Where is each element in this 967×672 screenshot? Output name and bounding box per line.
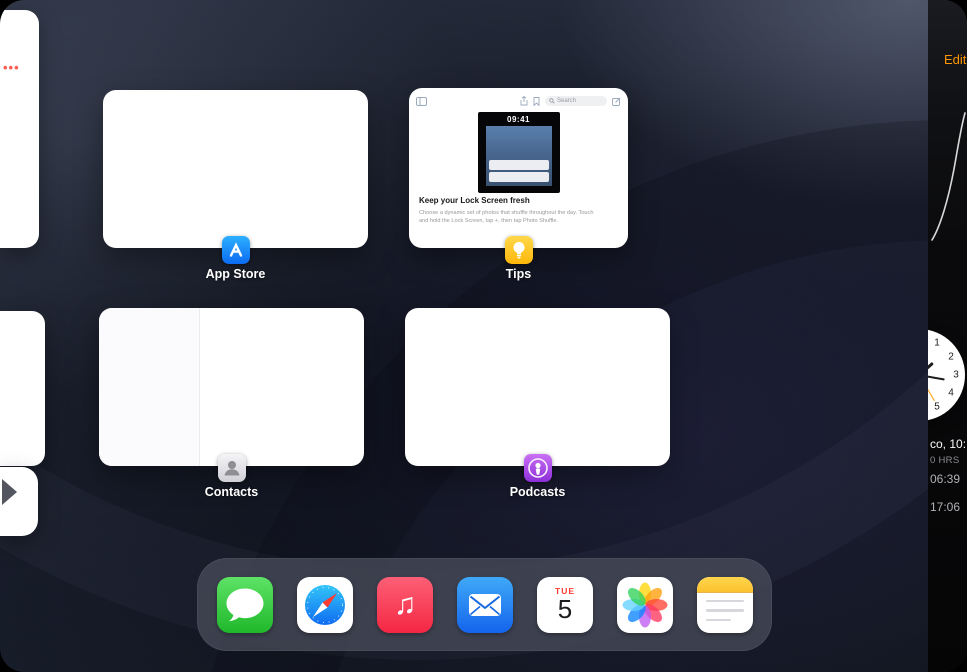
app-card-app-store[interactable] [103,90,368,248]
search-icon [549,98,555,104]
bookmark-icon [533,96,540,106]
notes-line [706,609,744,612]
messages-app-icon[interactable] [217,576,273,633]
clock-minute-hand [928,374,945,381]
app-card-label: Podcasts [509,485,566,499]
tips-toolbar: Search [416,94,621,108]
share-icon [520,96,528,106]
music-app-icon[interactable]: ♫ [377,576,433,633]
notification-banner [488,172,549,182]
clock-number: 4 [948,387,954,399]
clock-number: 1 [934,337,940,349]
speech-bubble-icon [226,588,264,621]
app-store-icon[interactable] [222,236,250,264]
app-card-partial-player[interactable] [0,467,38,536]
lightbulb-icon [513,242,525,259]
world-clock-time: 06:39 [930,472,961,486]
app-card-tips[interactable]: Search 09:41 Keep your Lock Screen fresh… [409,88,628,248]
notes-yellow-band [697,576,753,593]
play-icon [2,479,17,505]
app-card-label: Contacts [204,485,259,499]
tips-search-placeholder: Search [557,98,577,104]
person-icon [224,461,240,476]
lock-screen-photo [485,126,552,186]
calendar-app-icon[interactable]: TUE 5 [537,576,593,633]
podcasts-glyph [528,458,548,478]
clock-number: 5 [934,401,940,413]
more-menu-icon[interactable]: ••• [3,60,20,75]
clock-hour-hand [928,361,934,377]
contacts-icon[interactable] [218,454,246,482]
sidebar-icon [416,96,427,106]
contacts-sidebar-pane [99,308,199,466]
podcasts-icon[interactable] [524,454,552,482]
app-card-partial-bottom-left[interactable] [0,311,45,466]
app-card-label: App Store [205,267,266,281]
lock-screen-time: 09:41 [507,115,530,124]
compose-icon [612,96,621,106]
ipad-screen: ••• App Store Search 09:41 Keep your Loc… [0,0,967,672]
home-screen-edge: Edit 1 2 3 4 5 co, 10: 0 HRS 06:39 17:06 [928,0,967,672]
notes-line [706,618,731,621]
contacts-sidebar-divider [199,308,200,466]
photos-app-icon[interactable] [617,576,673,633]
clock-number: 3 [953,369,959,381]
app-store-a-glyph [229,242,243,257]
app-card-partial-top-left[interactable]: ••• [0,10,39,248]
clock-number: 2 [948,351,954,363]
tips-icon[interactable] [505,236,533,264]
app-card-label: Tips [505,267,532,281]
app-card-contacts[interactable] [99,308,364,466]
edit-button[interactable]: Edit [944,52,966,67]
lock-screen-preview: 09:41 [477,112,560,193]
safari-app-icon[interactable] [297,576,353,633]
tips-heading: Keep your Lock Screen fresh [419,196,530,205]
notes-line [706,599,744,602]
dock: ♫ TUE 5 [197,558,772,651]
world-clock-time: 17:06 [930,500,961,514]
notification-banner [488,160,549,170]
compass-icon [305,584,345,625]
tips-search-field: Search [545,96,607,106]
chart-line-icon [931,112,966,241]
world-clock-offset: 0 HRS [930,455,960,466]
mail-app-icon[interactable] [457,576,513,633]
pinwheel-icon [622,582,668,627]
calendar-day: 5 [557,593,573,624]
clock-widget[interactable]: 1 2 3 4 5 [928,329,965,421]
music-note-icon: ♫ [393,587,417,621]
world-clock-city: co, 10: [930,437,967,451]
tips-body-text: Choose a dynamic set of photos that shuf… [419,210,594,225]
notes-app-icon[interactable] [697,576,753,633]
app-card-podcasts[interactable] [405,308,670,466]
envelope-icon [469,593,501,616]
